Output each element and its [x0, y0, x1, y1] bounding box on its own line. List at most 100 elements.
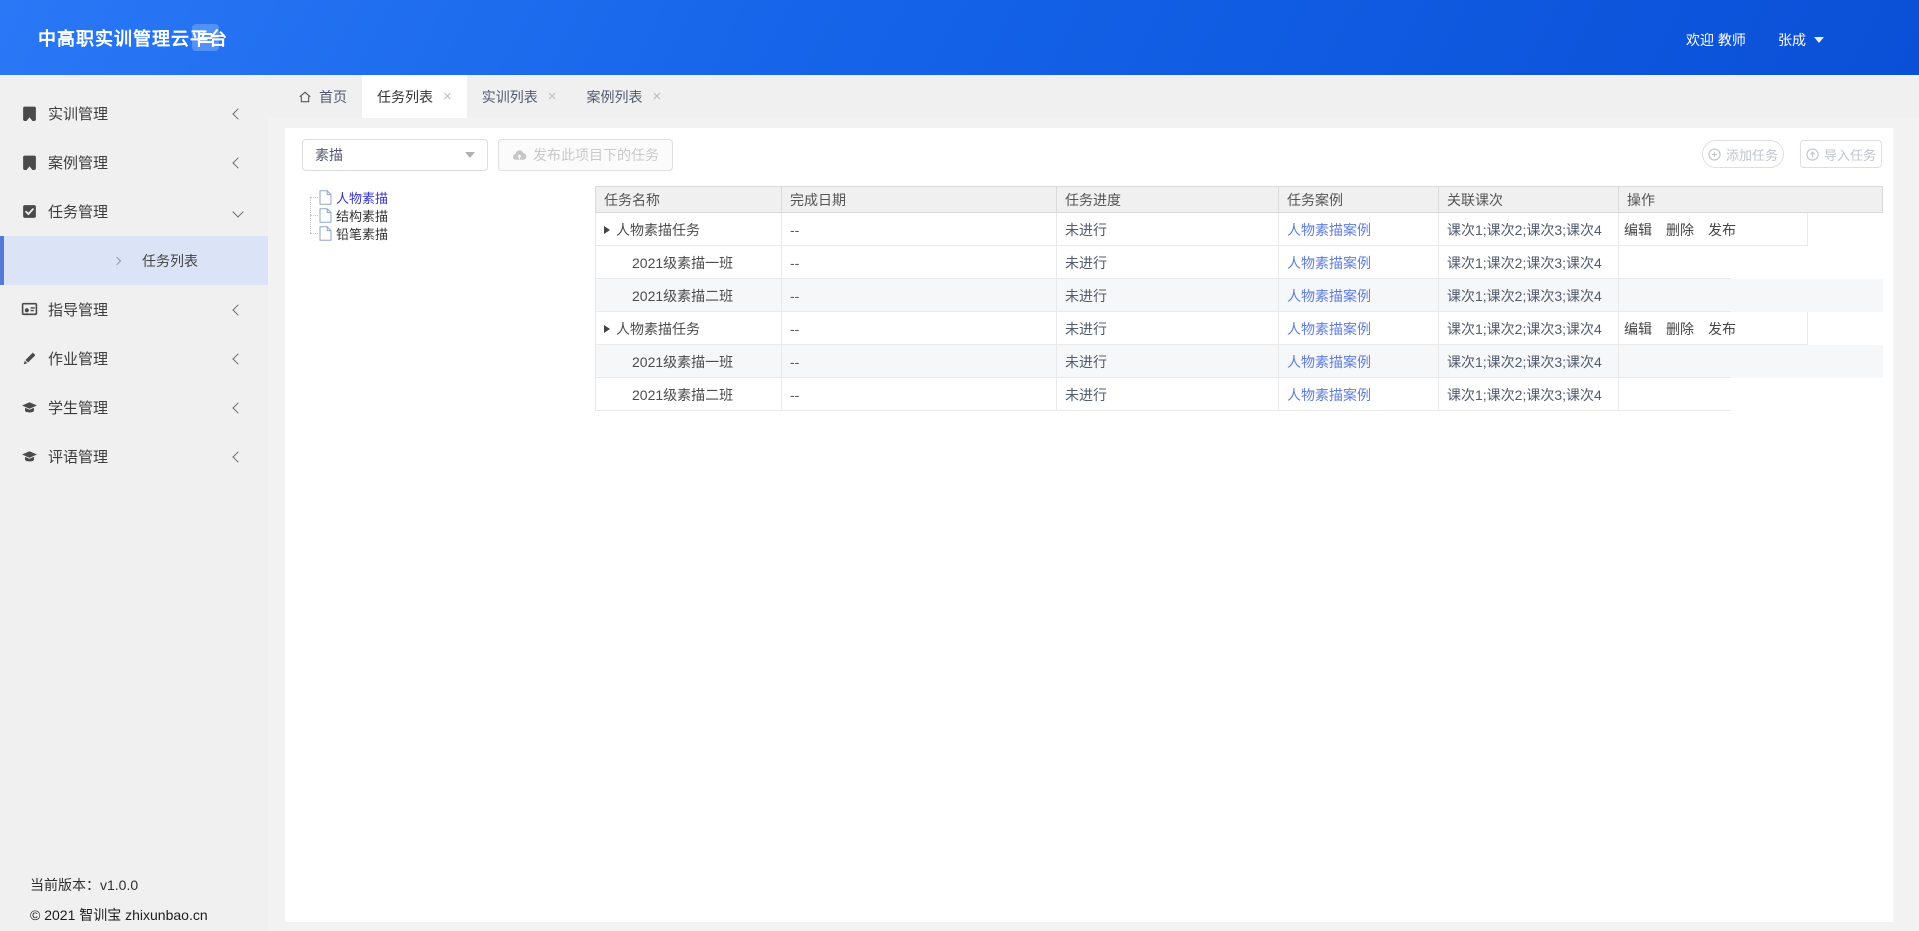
copyright-text: © 2021 智训宝 zhixunbao.cn	[30, 905, 208, 925]
tab[interactable]: 实训列表	[467, 75, 572, 118]
add-task-label: 添加任务	[1726, 145, 1778, 164]
tab-close-icon[interactable]	[443, 89, 452, 104]
cell-progress: 未进行	[1056, 345, 1278, 378]
publish-action[interactable]: 发布	[1708, 319, 1736, 339]
expand-caret-icon[interactable]	[604, 226, 610, 234]
caret-down-icon	[465, 152, 475, 158]
cell-task-case: 人物素描案例	[1278, 246, 1438, 279]
sidebar-item-label: 实训管理	[48, 103, 108, 124]
cell-task-name: 2021级素描二班	[596, 279, 781, 312]
publish-button-label: 发布此项目下的任务	[533, 145, 659, 165]
tab-close-icon[interactable]	[548, 89, 557, 104]
add-task-button[interactable]: 添加任务	[1702, 140, 1784, 168]
cell-finish-date: --	[781, 378, 1056, 411]
cell-lessons: 课次1;课次2;课次3;课次4	[1438, 213, 1618, 246]
expand-caret-icon[interactable]	[604, 325, 610, 333]
cell-actions	[1618, 345, 1883, 378]
sidebar-subitem[interactable]: 任务列表	[0, 236, 268, 285]
pencil-icon	[21, 350, 38, 367]
sidebar-item-label: 任务管理	[48, 201, 108, 222]
sidebar: 实训管理 案例管理 任务管理 任务列表 指导管理 作业管理 学生管理 评语管理 …	[0, 75, 268, 931]
tab[interactable]: 任务列表	[362, 75, 467, 118]
tab[interactable]: 首页	[283, 75, 362, 118]
document-icon	[319, 208, 332, 223]
tab-label: 首页	[319, 87, 347, 107]
content-page: 素描 发布此项目下的任务 添加任务 导入任务 人物素描	[268, 118, 1919, 931]
sidebar-item[interactable]: 指导管理	[0, 285, 268, 334]
caret-down-icon	[1814, 37, 1824, 43]
task-table: 任务名称 完成日期 任务进度 任务案例 关联课次 操作 人物素描任务 -- 未进…	[595, 186, 1883, 411]
project-select[interactable]: 素描	[302, 139, 488, 171]
cell-task-name: 人物素描任务	[596, 312, 781, 345]
cell-finish-date: --	[781, 279, 1056, 312]
version-text: 当前版本：v1.0.0	[30, 875, 208, 895]
cell-actions: 编辑 删除 发布	[1618, 213, 1883, 246]
sidebar-item[interactable]: 案例管理	[0, 138, 268, 187]
chevron-left-icon	[232, 304, 243, 315]
edit-action[interactable]: 编辑	[1624, 319, 1652, 339]
task-case-link[interactable]: 人物素描案例	[1287, 319, 1371, 339]
sidebar-item-label: 案例管理	[48, 152, 108, 173]
bookmark-icon	[21, 105, 38, 122]
publish-project-tasks-button[interactable]: 发布此项目下的任务	[498, 139, 673, 171]
sidebar-item[interactable]: 评语管理	[0, 432, 268, 481]
import-task-button[interactable]: 导入任务	[1800, 140, 1882, 168]
cell-lessons: 课次1;课次2;课次3;课次4	[1438, 312, 1618, 345]
task-case-link[interactable]: 人物素描案例	[1287, 220, 1371, 240]
user-menu[interactable]: 张成	[1778, 30, 1824, 50]
cap-icon	[21, 399, 38, 416]
column-header: 任务案例	[1278, 187, 1438, 212]
publish-action[interactable]: 发布	[1708, 220, 1736, 240]
sidebar-item[interactable]: 作业管理	[0, 334, 268, 383]
tree-connector	[310, 197, 318, 198]
cell-progress: 未进行	[1056, 312, 1278, 345]
sidebar-item-label: 学生管理	[48, 397, 108, 418]
sidebar-item[interactable]: 任务管理	[0, 187, 268, 236]
project-tree: 人物素描 结构素描 铅笔素描	[310, 188, 388, 242]
cell-task-name: 2021级素描一班	[596, 345, 781, 378]
tree-node[interactable]: 结构素描	[310, 206, 388, 224]
tree-node[interactable]: 人物素描	[310, 188, 388, 206]
cell-task-case: 人物素描案例	[1278, 345, 1438, 378]
task-icon	[21, 203, 38, 220]
tree-node-label: 结构素描	[336, 206, 388, 225]
delete-action[interactable]: 删除	[1666, 220, 1694, 240]
tree-node-label: 铅笔素描	[336, 224, 388, 243]
tree-node[interactable]: 铅笔素描	[310, 224, 388, 242]
column-header: 关联课次	[1438, 187, 1618, 212]
table-header-row: 任务名称 完成日期 任务进度 任务案例 关联课次 操作	[595, 186, 1883, 213]
hamburger-icon[interactable]	[192, 24, 219, 51]
delete-action[interactable]: 删除	[1666, 319, 1694, 339]
cell-progress: 未进行	[1056, 279, 1278, 312]
cell-actions: 编辑 删除 发布	[1618, 312, 1883, 345]
sidebar-footer: 当前版本：v1.0.0 © 2021 智训宝 zhixunbao.cn	[30, 875, 208, 925]
username: 张成	[1778, 30, 1806, 50]
row-right-border	[1807, 213, 1808, 246]
column-header: 任务名称	[596, 187, 781, 212]
cell-task-case: 人物素描案例	[1278, 279, 1438, 312]
cell-finish-date: --	[781, 345, 1056, 378]
document-icon	[319, 190, 332, 205]
sidebar-subitem-label: 任务列表	[142, 251, 198, 271]
tab[interactable]: 案例列表	[572, 75, 677, 118]
project-select-value: 素描	[315, 145, 343, 165]
cell-finish-date: --	[781, 213, 1056, 246]
task-case-link[interactable]: 人物素描案例	[1287, 253, 1371, 273]
cell-actions	[1618, 279, 1883, 312]
circle-plus-icon	[1708, 148, 1721, 161]
sidebar-nav: 实训管理 案例管理 任务管理 任务列表 指导管理 作业管理 学生管理 评语管理	[0, 75, 268, 481]
task-case-link[interactable]: 人物素描案例	[1287, 352, 1371, 372]
sidebar-item[interactable]: 实训管理	[0, 89, 268, 138]
column-header: 任务进度	[1056, 187, 1278, 212]
circle-up-arrow-icon	[1806, 148, 1819, 161]
sidebar-item-label: 指导管理	[48, 299, 108, 320]
bookmark-icon	[21, 154, 38, 171]
cell-task-name: 人物素描任务	[596, 213, 781, 246]
edit-action[interactable]: 编辑	[1624, 220, 1652, 240]
cell-actions	[1618, 246, 1883, 279]
tab-close-icon[interactable]	[653, 89, 662, 104]
table-row: 2021级素描二班 -- 未进行 人物素描案例 课次1;课次2;课次3;课次4	[596, 279, 1883, 312]
task-case-link[interactable]: 人物素描案例	[1287, 385, 1371, 405]
task-case-link[interactable]: 人物素描案例	[1287, 286, 1371, 306]
sidebar-item[interactable]: 学生管理	[0, 383, 268, 432]
